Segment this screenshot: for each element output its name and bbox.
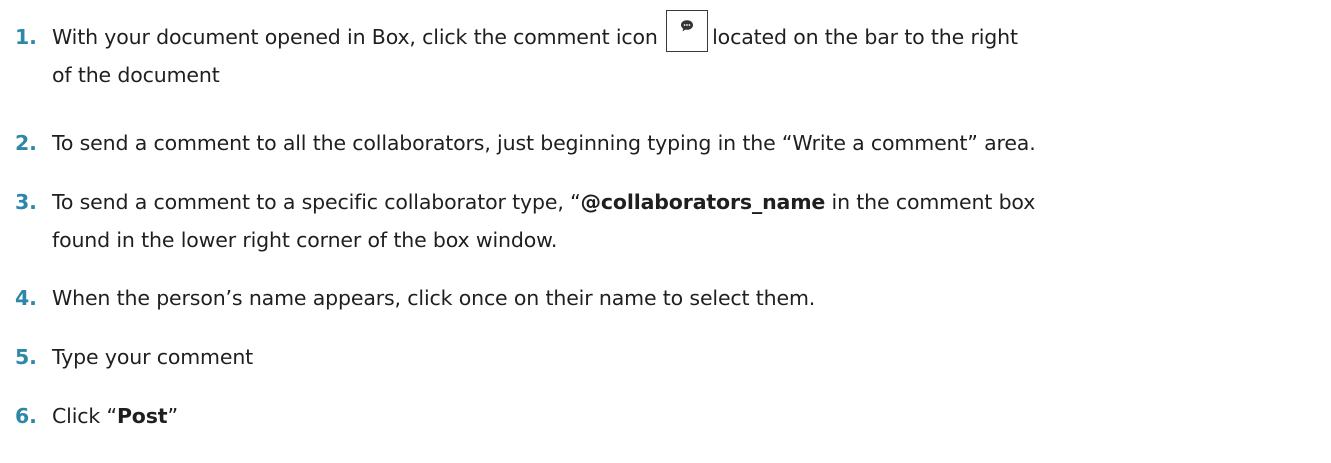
step-number: 4. <box>15 286 37 310</box>
step-text: When the person’s name appears, click on… <box>52 286 816 310</box>
step-text: Type your comment <box>52 345 254 369</box>
step-number: 5. <box>15 345 37 369</box>
instruction-steps: 1. With your document opened in Box, clic… <box>0 0 1331 463</box>
step-text-continuation: found in the lower right corner of the b… <box>52 228 558 252</box>
step-number: 3. <box>15 190 37 214</box>
speech-bubble-icon <box>681 20 694 32</box>
step-4: 4. When the person’s name appears, click … <box>15 279 1317 317</box>
step-6: 6. Click “Post” <box>15 397 1317 435</box>
post-label: Post <box>116 404 168 428</box>
step-number: 2. <box>15 131 37 155</box>
step-number: 6. <box>15 404 37 428</box>
comment-icon <box>666 10 709 52</box>
step-text: To send a comment to a specific collabor… <box>52 190 581 214</box>
step-number: 1. <box>15 25 37 49</box>
step-text-after-bold: in the comment box <box>825 190 1036 214</box>
step-text-after-bold: ” <box>167 404 178 428</box>
step-1: 1. With your document opened in Box, clic… <box>15 10 1317 94</box>
step-3: 3. To send a comment to a specific collab… <box>15 183 1317 259</box>
step-text: Click “ <box>52 404 117 428</box>
step-text: With your document opened in Box, click … <box>52 25 658 49</box>
step-text-after-icon: located on the bar to the right <box>712 25 1018 49</box>
collaborator-mention: @collaborators_name <box>580 190 826 214</box>
step-text-continuation: of the document <box>52 63 220 87</box>
step-text: To send a comment to all the collaborato… <box>52 131 1036 155</box>
step-2: 2. To send a comment to all the collabora… <box>15 124 1317 162</box>
step-5: 5. Type your comment <box>15 338 1317 376</box>
